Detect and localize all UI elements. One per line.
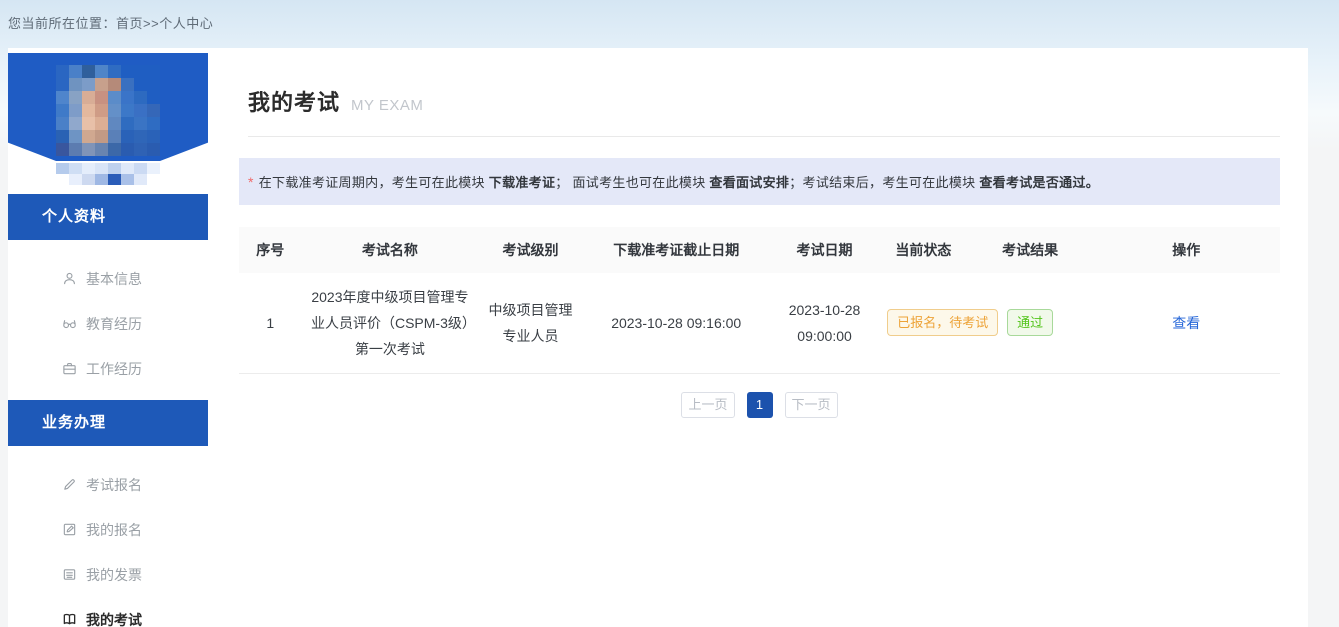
notice-bar: * 在下载准考证周期内，考生可在此模块 下载准考证； 面试考生也可在此模块 查看…: [239, 158, 1280, 205]
table-row: 1 2023年度中级项目管理专业人员评价（CSPM-3级）第一次考试 中级项目管…: [239, 273, 1280, 373]
briefcase-icon: [62, 361, 77, 376]
sidebar-item-my-invoice[interactable]: 我的发票: [8, 552, 208, 597]
avatar-pixelated-photo: [56, 65, 160, 161]
sidebar-section-business: 业务办理: [8, 400, 208, 446]
col-header-index: 序号: [239, 227, 301, 273]
cell-index: 1: [239, 273, 301, 373]
col-header-exam-level: 考试级别: [478, 227, 582, 273]
book-icon: [62, 612, 77, 627]
notice-text: 在下载准考证周期内，考生可在此模块 下载准考证； 面试考生也可在此模块 查看面试…: [259, 172, 1099, 191]
page-title: 我的考试: [248, 85, 340, 117]
invoice-icon: [62, 567, 77, 582]
col-header-exam-date: 考试日期: [770, 227, 879, 273]
breadcrumb-current: 个人中心: [159, 16, 213, 31]
sidebar-item-label: 基本信息: [86, 269, 142, 289]
next-page-button[interactable]: 下一页: [785, 392, 838, 418]
sidebar: 个人资料 基本信息 教育经历 工作经历 业务办理 考试报名 我的报名 我的发票: [8, 48, 208, 627]
breadcrumb: 您当前所在位置：首页>>个人中心: [8, 13, 213, 32]
sidebar-item-label: 我的考试: [86, 610, 142, 627]
cell-action: 查看: [1093, 273, 1280, 373]
title-divider: [248, 136, 1280, 137]
sidebar-item-label: 我的报名: [86, 520, 142, 540]
current-page-button[interactable]: 1: [747, 392, 773, 418]
sidebar-item-label: 我的发票: [86, 565, 142, 585]
cell-exam-date: 2023-10-28 09:00:00: [770, 273, 879, 373]
prev-page-button[interactable]: 上一页: [681, 392, 734, 418]
sidebar-item-exam-signup[interactable]: 考试报名: [8, 462, 208, 507]
cell-status: 已报名，待考试: [879, 273, 967, 373]
sidebar-item-basic-info[interactable]: 基本信息: [8, 256, 208, 301]
col-header-result: 考试结果: [968, 227, 1093, 273]
avatar-pixelated-name: [56, 163, 160, 185]
cell-cert-deadline: 2023-10-28 09:16:00: [583, 273, 770, 373]
main-panel: 我的考试 MY EXAM * 在下载准考证周期内，考生可在此模块 下载准考证； …: [208, 48, 1308, 627]
sidebar-item-label: 考试报名: [86, 475, 142, 495]
col-header-action: 操作: [1093, 227, 1280, 273]
sidebar-item-label: 工作经历: [86, 359, 142, 379]
required-asterisk: *: [248, 174, 254, 190]
edit-doc-icon: [62, 522, 77, 537]
status-badge: 已报名，待考试: [887, 309, 998, 336]
sidebar-item-my-signup[interactable]: 我的报名: [8, 507, 208, 552]
col-header-status: 当前状态: [879, 227, 967, 273]
page-subtitle: MY EXAM: [351, 97, 423, 114]
pencil-icon: [62, 477, 77, 492]
sidebar-item-work[interactable]: 工作经历: [8, 346, 208, 391]
view-link[interactable]: 查看: [1172, 315, 1200, 331]
glasses-icon: [62, 316, 77, 331]
breadcrumb-prefix: 您当前所在位置：: [8, 16, 116, 31]
cell-exam-name: 2023年度中级项目管理专业人员评价（CSPM-3级）第一次考试: [301, 273, 478, 373]
table-header-row: 序号 考试名称 考试级别 下载准考证截止日期 考试日期 当前状态 考试结果 操作: [239, 227, 1280, 273]
user-icon: [62, 271, 77, 286]
sidebar-item-label: 教育经历: [86, 314, 142, 334]
exam-table: 序号 考试名称 考试级别 下载准考证截止日期 考试日期 当前状态 考试结果 操作…: [239, 227, 1280, 374]
breadcrumb-separator: >>: [143, 16, 159, 31]
sidebar-section-profile: 个人资料: [8, 194, 208, 240]
cell-exam-level: 中级项目管理专业人员: [478, 273, 582, 373]
result-badge: 通过: [1007, 309, 1053, 336]
pagination: 上一页 1 下一页: [239, 392, 1280, 418]
sidebar-item-education[interactable]: 教育经历: [8, 301, 208, 346]
breadcrumb-home-link[interactable]: 首页: [116, 16, 143, 31]
col-header-exam-name: 考试名称: [301, 227, 478, 273]
sidebar-item-my-exam[interactable]: 我的考试: [8, 597, 208, 627]
col-header-cert-deadline: 下载准考证截止日期: [583, 227, 770, 273]
avatar: [8, 53, 208, 161]
